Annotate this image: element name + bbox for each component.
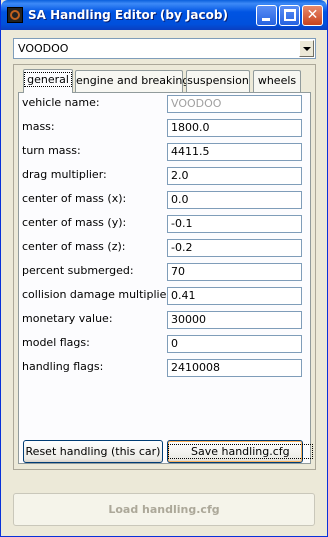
vehicle-name-label: vehicle name: — [22, 96, 100, 109]
vehicle-select[interactable]: VOODOO — [13, 38, 316, 59]
drag-multiplier-label: drag multiplier: — [22, 168, 107, 181]
tab-general[interactable]: general — [23, 69, 73, 93]
vehicle-select-value: VOODOO — [18, 42, 69, 55]
center-of-mass-x-field[interactable]: 0.0 — [167, 191, 302, 209]
load-handling-button: Load handling.cfg — [13, 493, 315, 526]
tab-engine-label: engine and breaking — [76, 74, 190, 87]
app-icon — [7, 7, 23, 23]
collision-damage-multiplier-field[interactable]: 0.41 — [167, 287, 302, 305]
maximize-button[interactable] — [279, 5, 300, 26]
collision-damage-multiplier-label: collision damage multiplier: — [22, 288, 175, 301]
tab-suspension[interactable]: suspension — [186, 70, 250, 92]
tab-suspension-label: suspension — [187, 74, 249, 87]
handling-flags-label: handling flags: — [22, 360, 104, 373]
mass-field[interactable]: 1800.0 — [167, 119, 302, 137]
close-icon: ✕ — [306, 7, 319, 23]
chevron-down-icon[interactable] — [299, 40, 314, 57]
center-of-mass-z-field[interactable]: -0.2 — [167, 239, 302, 257]
monetary-value-label: monetary value: — [22, 312, 113, 325]
turn-mass-label: turn mass: — [22, 144, 81, 157]
tab-wheels[interactable]: wheels — [253, 70, 301, 92]
center-of-mass-y-field[interactable]: -0.1 — [167, 215, 302, 233]
tab-engine-and-breaking[interactable]: engine and breaking — [75, 70, 189, 92]
title-bar[interactable]: SA Handling Editor (by Jacob) ✕ — [1, 0, 327, 30]
vehicle-name-field: VOODOO — [167, 95, 302, 113]
percent-submerged-field[interactable]: 70 — [167, 263, 302, 281]
handling-flags-field[interactable]: 2410008 — [167, 359, 302, 377]
main-window: SA Handling Editor (by Jacob) ✕ VOODOO g… — [0, 0, 328, 537]
tab-general-label: general — [24, 72, 72, 87]
minimize-button[interactable] — [256, 5, 277, 26]
model-flags-field[interactable]: 0 — [167, 335, 302, 353]
turn-mass-field[interactable]: 4411.5 — [167, 143, 302, 161]
maximize-icon — [284, 9, 296, 21]
load-handling-label: Load handling.cfg — [108, 503, 220, 516]
mass-label: mass: — [22, 120, 55, 133]
close-button[interactable]: ✕ — [302, 5, 323, 26]
tab-wheels-label: wheels — [257, 74, 297, 87]
reset-handling-button[interactable]: Reset handling (this car) — [23, 440, 163, 463]
center-of-mass-x-label: center of mass (x): — [22, 192, 127, 205]
drag-multiplier-field[interactable]: 2.0 — [167, 167, 302, 185]
monetary-value-field[interactable]: 30000 — [167, 311, 302, 329]
model-flags-label: model flags: — [22, 336, 90, 349]
center-of-mass-z-label: center of mass (z): — [22, 240, 126, 253]
minimize-icon — [262, 18, 270, 21]
save-handling-label: Save handling.cfg — [168, 444, 313, 459]
reset-handling-label: Reset handling (this car) — [25, 445, 161, 458]
center-of-mass-y-label: center of mass (y): — [22, 216, 127, 229]
window-title: SA Handling Editor (by Jacob) — [28, 8, 228, 22]
percent-submerged-label: percent submerged: — [22, 264, 134, 277]
save-handling-button[interactable]: Save handling.cfg — [167, 440, 313, 463]
